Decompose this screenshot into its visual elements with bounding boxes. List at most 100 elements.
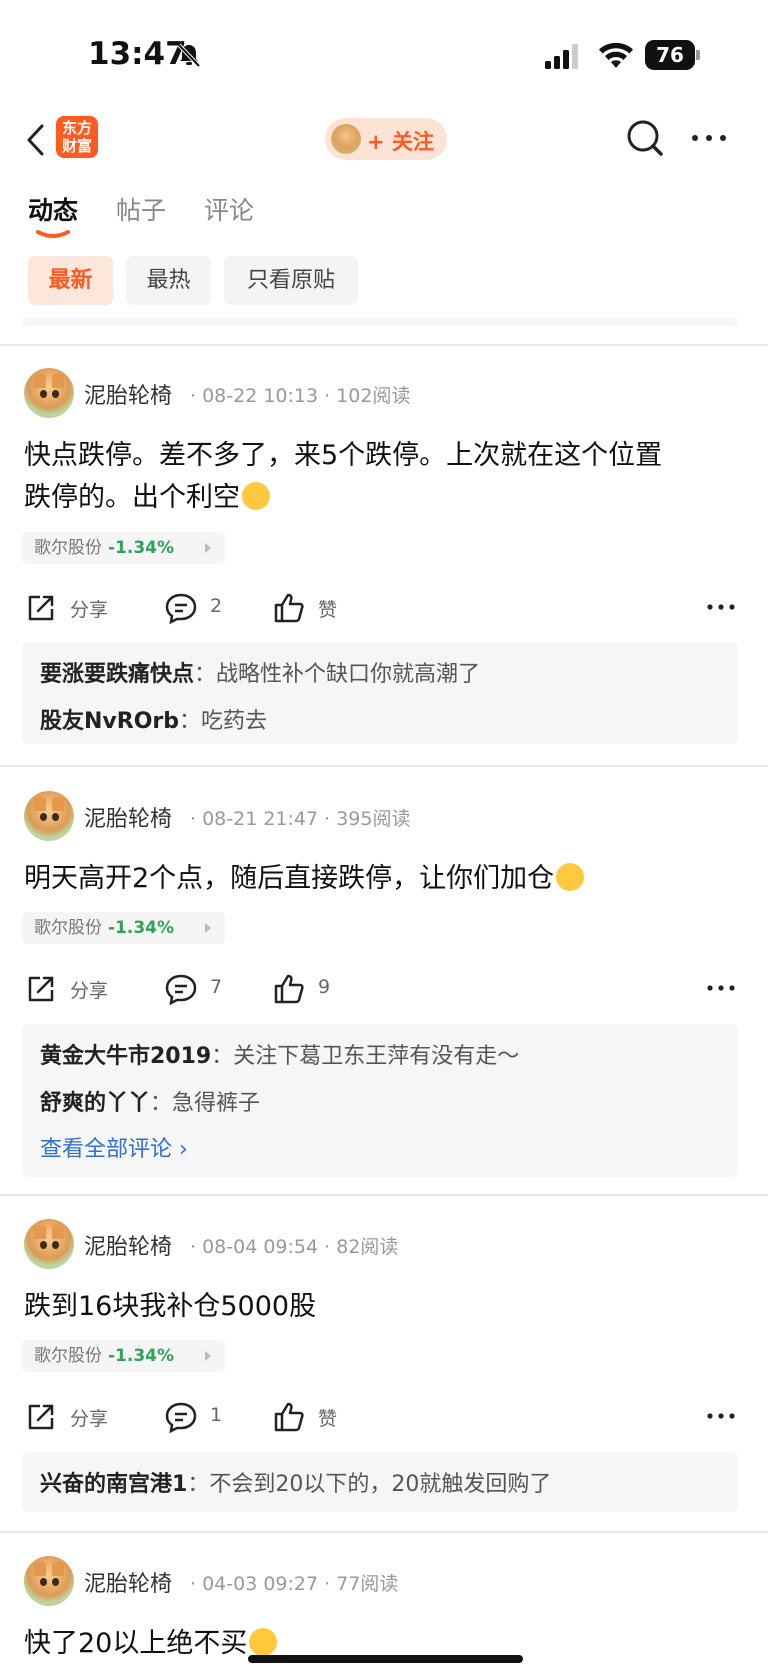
search-icon[interactable] — [625, 118, 665, 158]
filter-latest[interactable]: 最新 — [28, 256, 113, 305]
tab-underline-indicator — [36, 230, 70, 238]
status-time: 13:47 — [88, 36, 187, 72]
more-options-icon[interactable] — [706, 980, 736, 996]
comment-user[interactable]: 舒爽的丫丫 — [40, 1091, 150, 1116]
post-content[interactable]: 明天高开2个点，随后直接跌停，让你们加仓 — [24, 858, 744, 900]
avatar[interactable] — [24, 791, 74, 841]
stock-tag[interactable]: 歌尔股份 -1.34% — [22, 912, 225, 944]
share-label: 分享 — [70, 599, 109, 621]
username[interactable]: 泥胎轮椅 — [84, 801, 172, 833]
tab-posts[interactable]: 帖子 — [116, 191, 166, 227]
follow-button[interactable]: + 关注 — [325, 118, 447, 160]
divider — [22, 318, 738, 326]
divider — [0, 1531, 768, 1533]
comment-user[interactable]: 兴奋的南宫港1 — [40, 1472, 187, 1497]
comments-preview[interactable]: 要涨要跌痛快点：战略性补个缺口你就高潮了 股友NvROrb：吃药去 — [22, 642, 738, 744]
stock-change: -1.34% — [108, 1346, 175, 1366]
share-label: 分享 — [70, 980, 109, 1002]
comments-preview[interactable]: 兴奋的南宫港1：不会到20以下的，20就触发回购了 — [22, 1452, 738, 1512]
filter-original-only[interactable]: 只看原贴 — [224, 256, 358, 305]
post-meta: · 08-22 10:13 · 102阅读 — [190, 385, 411, 407]
bell-muted-icon — [177, 43, 201, 68]
stock-name: 歌尔股份 — [34, 1346, 102, 1366]
stock-change: -1.34% — [108, 538, 175, 558]
post-content-line: 明天高开2个点，随后直接跌停，让你们加仓 — [24, 863, 555, 894]
post-content[interactable]: 跌到16块我补仓5000股 — [24, 1286, 744, 1328]
comment-user[interactable]: 股友NvROrb — [40, 709, 179, 734]
post-actions: 分享 1 赞 — [0, 1396, 768, 1436]
avatar[interactable] — [24, 1556, 74, 1606]
avatar[interactable] — [24, 1219, 74, 1269]
comment-icon — [165, 1402, 197, 1434]
comment-text: 不会到20以下的，20就触发回购了 — [209, 1472, 552, 1497]
filter-hottest[interactable]: 最热 — [126, 256, 211, 305]
username[interactable]: 泥胎轮椅 — [84, 378, 172, 410]
like-label: 赞 — [318, 599, 338, 621]
chevron-right-icon — [205, 543, 211, 553]
comment-count: 1 — [210, 1404, 223, 1426]
post-meta: · 08-04 09:54 · 82阅读 — [190, 1236, 399, 1258]
post-content-line: 跌到16块我补仓5000股 — [24, 1291, 317, 1322]
comment-text: 关注下葛卫东王萍有没有走～ — [233, 1044, 520, 1069]
stock-change: -1.34% — [108, 918, 175, 938]
more-options-icon[interactable] — [689, 128, 729, 148]
avatar — [331, 124, 361, 154]
comment-user[interactable]: 要涨要跌痛快点 — [40, 662, 194, 687]
username[interactable]: 泥胎轮椅 — [84, 1566, 172, 1598]
comment-icon — [165, 974, 197, 1006]
share-icon — [28, 1404, 54, 1430]
post-meta: · 08-21 21:47 · 395阅读 — [190, 808, 411, 830]
post-meta: · 04-03 09:27 · 77阅读 — [190, 1573, 399, 1595]
wifi-icon — [599, 42, 633, 68]
thumbs-up-icon — [274, 1402, 304, 1432]
post-content-line: 快点跌停。差不多了，来5个跌停。上次就在这个位置 — [24, 440, 663, 471]
divider — [0, 344, 768, 346]
thumbs-up-icon — [274, 974, 304, 1004]
stock-name: 歌尔股份 — [34, 538, 102, 558]
comment-icon — [165, 593, 197, 625]
app-logo: 东方 财富 — [56, 116, 98, 158]
comment-text: 急得裤子 — [172, 1091, 261, 1116]
divider — [0, 765, 768, 767]
follow-label: + 关注 — [367, 130, 434, 154]
stock-tag[interactable]: 歌尔股份 -1.34% — [22, 1340, 225, 1372]
comment-text: 吃药去 — [201, 709, 268, 734]
comment-item[interactable]: 舒爽的丫丫：急得裤子 — [40, 1085, 260, 1117]
cellular-signal-icon — [545, 44, 578, 69]
username[interactable]: 泥胎轮椅 — [84, 1229, 172, 1261]
tab-comments[interactable]: 评论 — [204, 191, 254, 227]
comment-item[interactable]: 股友NvROrb：吃药去 — [40, 703, 267, 735]
comment-item[interactable]: 兴奋的南宫港1：不会到20以下的，20就触发回购了 — [40, 1466, 551, 1498]
comment-user[interactable]: 黄金大牛市2019 — [40, 1044, 211, 1069]
avatar[interactable] — [24, 368, 74, 418]
logo-line-1: 东方 — [61, 119, 92, 137]
chevron-right-icon — [205, 923, 211, 933]
thumbs-up-icon — [274, 593, 304, 623]
chevron-right-icon — [205, 1351, 211, 1361]
more-options-icon[interactable] — [706, 599, 736, 615]
home-indicator[interactable] — [248, 1655, 523, 1663]
divider — [0, 1194, 768, 1196]
stock-tag[interactable]: 歌尔股份 -1.34% — [22, 532, 225, 564]
post-actions: 分享 2 赞 — [0, 587, 768, 627]
post-content[interactable]: 快点跌停。差不多了，来5个跌停。上次就在这个位置 跌停的。出个利空 — [24, 435, 744, 519]
comments-preview[interactable]: 黄金大牛市2019：关注下葛卫东王萍有没有走～ 舒爽的丫丫：急得裤子 查看全部评… — [22, 1024, 738, 1177]
comment-item[interactable]: 要涨要跌痛快点：战略性补个缺口你就高潮了 — [40, 656, 480, 688]
share-icon — [28, 595, 54, 621]
post-content-line: 跌停的。出个利空 — [24, 482, 240, 513]
back-arrow-icon[interactable] — [24, 120, 48, 160]
comment-item[interactable]: 黄金大牛市2019：关注下葛卫东王萍有没有走～ — [40, 1038, 519, 1070]
grimacing-face-emoji-icon — [249, 1628, 278, 1656]
battery-indicator: 76 — [645, 40, 700, 70]
like-label: 赞 — [318, 1408, 338, 1430]
like-count: 9 — [318, 976, 331, 998]
battery-level: 76 — [645, 40, 695, 70]
logo-line-2: 财富 — [61, 137, 92, 155]
more-options-icon[interactable] — [706, 1408, 736, 1424]
tab-dynamics[interactable]: 动态 — [28, 191, 78, 227]
share-icon — [28, 976, 54, 1002]
comment-count: 2 — [210, 595, 223, 617]
comment-text: 战略性补个缺口你就高潮了 — [216, 662, 481, 687]
view-all-comments-link[interactable]: 查看全部评论 › — [40, 1131, 188, 1163]
comment-count: 7 — [210, 976, 223, 998]
